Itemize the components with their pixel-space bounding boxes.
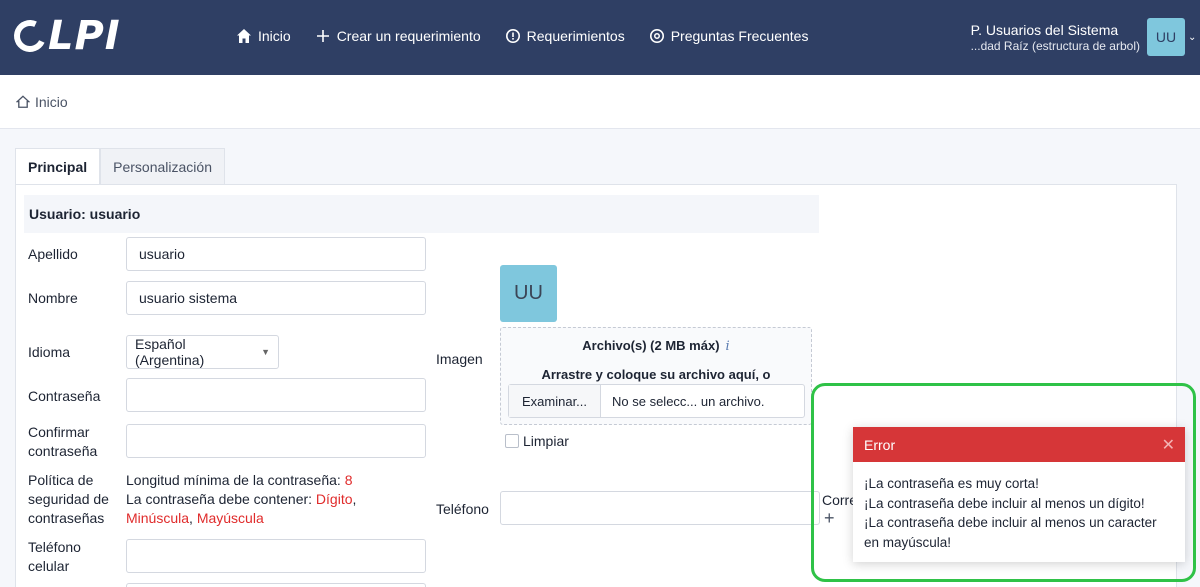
lifebuoy-icon bbox=[649, 29, 664, 43]
dropzone-drag-text: Arrastre y coloque su archivo aquí, o bbox=[541, 367, 771, 382]
home-outline-icon bbox=[16, 95, 30, 108]
tab-personalizacion[interactable]: Personalización bbox=[100, 148, 225, 184]
tab-principal[interactable]: Principal bbox=[15, 148, 101, 184]
telefono-label: Teléfono bbox=[436, 501, 489, 517]
alert-circle-icon bbox=[505, 29, 520, 43]
file-name-text: No se selecc... un archivo. bbox=[612, 393, 765, 409]
error-message: ¡La contraseña debe incluir al menos un … bbox=[864, 515, 1157, 530]
idioma-label: Idioma bbox=[28, 344, 71, 360]
celular-label: Teléfono celular bbox=[28, 539, 81, 574]
password-input[interactable] bbox=[126, 378, 426, 412]
browse-button[interactable]: Examinar... bbox=[509, 385, 601, 417]
limpiar-row: Limpiar bbox=[505, 433, 569, 449]
menu-item-requerimientos[interactable]: Requerimientos bbox=[505, 28, 625, 44]
error-toast: Error ✕ ¡La contraseña es muy corta! ¡La… bbox=[853, 427, 1185, 562]
policy-lower: Minúscula bbox=[126, 510, 190, 526]
user-profile-name: P. Usuarios del Sistema bbox=[970, 22, 1119, 38]
user-entity: ...dad Raíz (estructura de arbol) bbox=[970, 39, 1140, 53]
breadcrumb-label: Inicio bbox=[35, 94, 68, 110]
main-menu: Inicio Crear un requerimiento Requerimie… bbox=[236, 28, 808, 44]
user-profile-area[interactable]: P. Usuarios del Sistema ...dad Raíz (est… bbox=[971, 22, 1140, 54]
user-avatar[interactable]: UU bbox=[1147, 18, 1185, 56]
home-icon bbox=[237, 29, 251, 43]
file-input[interactable]: Examinar... No se selecc... un archivo. bbox=[508, 384, 805, 418]
policy-digit: Dígito bbox=[315, 491, 353, 507]
password-policy-text: Longitud mínima de la contraseña: 8 La c… bbox=[126, 472, 357, 526]
error-message: ¡La contraseña debe incluir al menos un … bbox=[864, 495, 1145, 511]
logo-text: LPI bbox=[48, 13, 121, 59]
politica-label: Política de seguridad de contraseñas bbox=[28, 472, 109, 526]
file-dropzone[interactable]: Archivo(s) (2 MB máx) i Arrastre y coloqu… bbox=[500, 327, 812, 425]
glpi-logo[interactable]: LPI bbox=[9, 13, 121, 59]
logo-swoosh-icon bbox=[9, 15, 51, 57]
phone-input[interactable] bbox=[500, 491, 820, 525]
policy-min-length-value: 8 bbox=[344, 472, 353, 488]
info-icon[interactable]: i bbox=[726, 339, 730, 354]
limpiar-checkbox[interactable] bbox=[505, 434, 519, 448]
apellido-input[interactable]: usuario bbox=[126, 237, 426, 271]
form-tabs: Principal Personalización bbox=[15, 148, 225, 184]
error-toast-body: ¡La contraseña es muy corta! ¡La contras… bbox=[853, 462, 1185, 564]
mobile-phone-input[interactable] bbox=[126, 539, 426, 573]
error-toast-title: Error bbox=[864, 436, 896, 453]
confirmar-label: Confirmar contraseña bbox=[28, 424, 98, 459]
idioma-selected-value: Español (Argentina) bbox=[135, 336, 205, 368]
nombre-label: Nombre bbox=[28, 290, 78, 306]
breadcrumb[interactable]: Inicio bbox=[16, 94, 68, 110]
policy-upper: Mayúscula bbox=[196, 510, 264, 526]
form-title: Usuario: usuario bbox=[24, 195, 819, 233]
next-field-input[interactable] bbox=[126, 583, 426, 587]
breadcrumb-bar: Inicio bbox=[0, 75, 1200, 129]
chevron-down-icon[interactable]: ⌄ bbox=[1188, 32, 1196, 43]
imagen-label: Imagen bbox=[436, 351, 483, 367]
error-message: en mayúscula! bbox=[864, 534, 952, 550]
contrasena-label: Contraseña bbox=[28, 388, 101, 404]
top-navbar: LPI Inicio Crear un requerimiento Requer… bbox=[0, 0, 1200, 75]
menu-item-crear-requerimiento[interactable]: Crear un requerimiento bbox=[315, 28, 481, 44]
user-image-avatar: UU bbox=[500, 265, 557, 322]
error-message: ¡La contraseña es muy corta! bbox=[864, 476, 1039, 491]
menu-item-preguntas-frecuentes[interactable]: Preguntas Frecuentes bbox=[649, 28, 808, 44]
close-icon[interactable]: ✕ bbox=[1162, 435, 1175, 455]
error-toast-header: Error ✕ bbox=[853, 427, 1185, 462]
nombre-input[interactable]: usuario sistema bbox=[126, 281, 426, 315]
limpiar-label: Limpiar bbox=[523, 433, 569, 449]
apellido-label: Apellido bbox=[28, 246, 78, 262]
confirm-password-input[interactable] bbox=[126, 424, 426, 458]
menu-item-inicio[interactable]: Inicio bbox=[236, 28, 291, 44]
plus-icon bbox=[316, 30, 329, 42]
idioma-select[interactable]: Español (Argentina) ▼ bbox=[126, 335, 279, 369]
dropdown-caret-icon: ▼ bbox=[261, 347, 270, 357]
dropzone-title: Archivo(s) (2 MB máx) i bbox=[582, 338, 730, 354]
